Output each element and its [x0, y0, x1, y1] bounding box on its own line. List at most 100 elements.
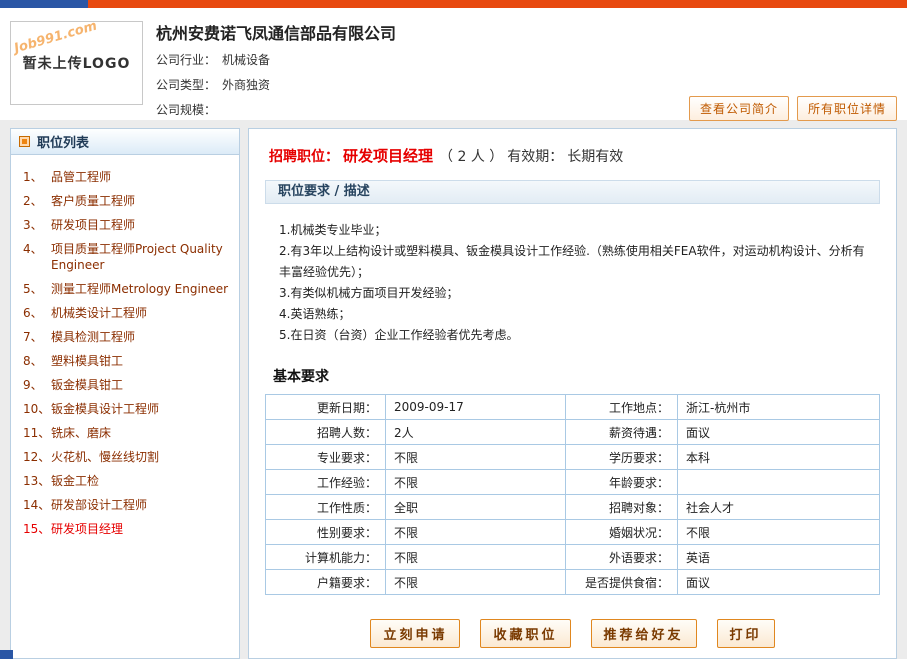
company-name: 杭州安费诺飞凤通信部品有限公司 [156, 20, 907, 44]
req-value: 不限 [386, 570, 566, 595]
job-validity-label: 有效期： [507, 149, 563, 165]
company-type-label: 公司类型： [156, 78, 216, 92]
req-label: 是否提供食宿： [566, 570, 678, 595]
job-detail-panel: 招聘职位：研发项目经理（ 2 人 ）有效期：长期有效 职位要求 / 描述 1.机… [248, 128, 897, 659]
job-list-item[interactable]: 12、火花机、慢丝线切割 [23, 445, 235, 469]
job-item-number: 12、 [23, 449, 51, 465]
req-value: 不限 [386, 470, 566, 495]
section-job-description-header: 职位要求 / 描述 [265, 180, 880, 204]
req-label: 年龄要求： [566, 470, 678, 495]
logo-placeholder-text: 暂未上传LOGO [23, 53, 131, 73]
job-item-number: 9、 [23, 377, 51, 393]
save-job-button[interactable]: 收藏职位 [480, 619, 570, 648]
company-logo-placeholder: Job991.com 暂未上传LOGO [10, 21, 143, 105]
req-value: 面议 [678, 420, 880, 445]
job-list-title: 职位列表 [37, 132, 89, 151]
job-list-sidebar: 职位列表 1、品管工程师 2、客户质量工程师 3、研发项目工程师 4、项目质量工… [10, 128, 240, 659]
recommend-to-friend-button[interactable]: 推荐给好友 [591, 619, 697, 648]
job-item-label: 钣金工检 [51, 473, 99, 489]
job-title: 研发项目经理 [343, 147, 433, 165]
action-buttons: 立刻申请 收藏职位 推荐给好友 打印 [265, 619, 880, 648]
job-list-item[interactable]: 5、测量工程师Metrology Engineer [23, 277, 235, 301]
job-list-item[interactable]: 4、项目质量工程师Project Quality Engineer [23, 237, 235, 277]
view-company-profile-button[interactable]: 查看公司简介 [689, 96, 789, 121]
table-row: 性别要求： 不限 婚姻状况： 不限 [266, 520, 880, 545]
apply-now-button[interactable]: 立刻申请 [370, 619, 460, 648]
job-item-label: 客户质量工程师 [51, 193, 135, 209]
req-label: 外语要求： [566, 545, 678, 570]
req-value: 英语 [678, 545, 880, 570]
job-item-label: 测量工程师Metrology Engineer [51, 281, 228, 297]
req-value: 不限 [386, 520, 566, 545]
req-value: 不限 [386, 445, 566, 470]
all-jobs-detail-button[interactable]: 所有职位详情 [797, 96, 897, 121]
job-list-item[interactable]: 8、塑料模具钳工 [23, 349, 235, 373]
job-item-number: 4、 [23, 241, 51, 273]
job-list-item[interactable]: 7、模具检测工程师 [23, 325, 235, 349]
job-list-item[interactable]: 13、钣金工检 [23, 469, 235, 493]
job-item-number: 14、 [23, 497, 51, 513]
header-buttons: 查看公司简介 所有职位详情 [689, 96, 897, 121]
job-item-label: 品管工程师 [51, 169, 111, 185]
job-item-label: 火花机、慢丝线切割 [51, 449, 159, 465]
job-item-number: 2、 [23, 193, 51, 209]
req-value: 2009-09-17 [386, 395, 566, 420]
requirements-table: 更新日期： 2009-09-17 工作地点： 浙江-杭州市 招聘人数： 2人 薪… [265, 394, 880, 595]
req-value: 全职 [386, 495, 566, 520]
job-headcount: （ 2 人 ） [439, 149, 503, 165]
req-label: 计算机能力： [266, 545, 386, 570]
print-button[interactable]: 打印 [717, 619, 775, 648]
job-title-label: 招聘职位： [269, 149, 339, 165]
job-list: 1、品管工程师 2、客户质量工程师 3、研发项目工程师 4、项目质量工程师Pro… [11, 155, 239, 541]
content-area: 职位列表 1、品管工程师 2、客户质量工程师 3、研发项目工程师 4、项目质量工… [0, 120, 907, 659]
company-type-value: 外商独资 [222, 78, 270, 92]
req-label: 婚姻状况： [566, 520, 678, 545]
company-industry-row: 公司行业：机械设备 [156, 48, 907, 73]
job-item-number: 6、 [23, 305, 51, 321]
req-label: 薪资待遇： [566, 420, 678, 445]
job-item-label: 塑料模具钳工 [51, 353, 123, 369]
req-label: 专业要求： [266, 445, 386, 470]
job-list-item[interactable]: 6、机械类设计工程师 [23, 301, 235, 325]
job-item-number: 10、 [23, 401, 51, 417]
job-list-item[interactable]: 3、研发项目工程师 [23, 213, 235, 237]
job-list-item[interactable]: 14、研发部设计工程师 [23, 493, 235, 517]
job-list-item-active[interactable]: 15、研发项目经理 [23, 517, 235, 541]
company-industry-value: 机械设备 [222, 53, 270, 67]
job-item-label: 研发项目工程师 [51, 217, 135, 233]
job-list-item[interactable]: 1、品管工程师 [23, 165, 235, 189]
job-list-header: 职位列表 [11, 129, 239, 155]
table-row: 计算机能力： 不限 外语要求： 英语 [266, 545, 880, 570]
job-list-item[interactable]: 11、铣床、磨床 [23, 421, 235, 445]
table-row: 专业要求： 不限 学历要求： 本科 [266, 445, 880, 470]
req-value: 浙江-杭州市 [678, 395, 880, 420]
job-description-line: 2.有3年以上结构设计或塑料模具、钣金模具设计工作经验.（熟练使用相关FEA软件… [279, 241, 872, 283]
job-description-line: 3.有类似机械方面项目开发经验； [279, 283, 872, 304]
top-accent-bar [0, 0, 907, 8]
job-description-line: 4.英语熟练； [279, 304, 872, 325]
req-label: 户籍要求： [266, 570, 386, 595]
table-row: 工作性质： 全职 招聘对象： 社会人才 [266, 495, 880, 520]
req-value [678, 470, 880, 495]
table-row: 工作经验： 不限 年龄要求： [266, 470, 880, 495]
req-value: 不限 [386, 545, 566, 570]
job-list-item[interactable]: 10、钣金模具设计工程师 [23, 397, 235, 421]
job-item-label: 机械类设计工程师 [51, 305, 147, 321]
job-item-number: 11、 [23, 425, 51, 441]
job-item-number: 3、 [23, 217, 51, 233]
job-item-label: 铣床、磨床 [51, 425, 111, 441]
job-item-label: 研发项目经理 [51, 521, 123, 537]
req-label: 工作地点： [566, 395, 678, 420]
job-list-item[interactable]: 9、钣金模具钳工 [23, 373, 235, 397]
company-type-row: 公司类型： 外商独资 [156, 73, 907, 98]
job-list-item[interactable]: 2、客户质量工程师 [23, 189, 235, 213]
req-label: 性别要求： [266, 520, 386, 545]
job-item-number: 13、 [23, 473, 51, 489]
req-value: 2人 [386, 420, 566, 445]
list-bullet-icon [19, 136, 30, 147]
req-label: 招聘对象： [566, 495, 678, 520]
job-validity-value: 长期有效 [567, 149, 623, 165]
req-label: 学历要求： [566, 445, 678, 470]
job-item-label: 研发部设计工程师 [51, 497, 147, 513]
job-item-number: 8、 [23, 353, 51, 369]
